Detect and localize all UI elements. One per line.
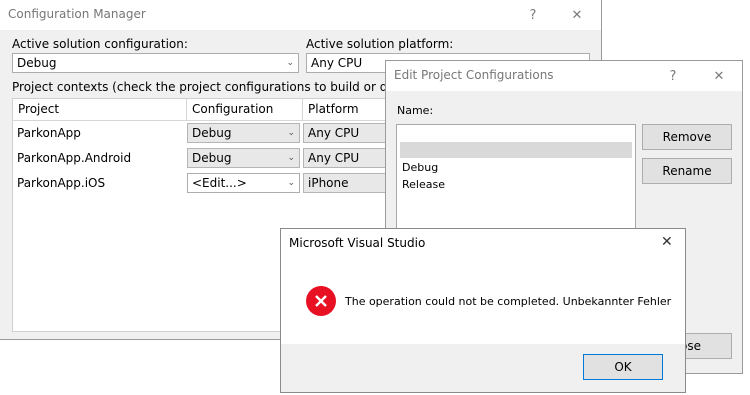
window-title: Edit Project Configurations — [394, 68, 554, 82]
row-configuration-value: Debug — [192, 151, 232, 165]
project-contexts-label: Project contexts (check the project conf… — [12, 80, 429, 94]
active-platform-label: Active solution platform: — [306, 37, 454, 51]
configurations-list[interactable]: Debug Release — [396, 124, 636, 234]
close-button[interactable]: ✕ — [700, 61, 738, 91]
active-platform-value: Any CPU — [311, 56, 363, 70]
column-header-configuration[interactable]: Configuration — [187, 99, 303, 121]
chevron-down-icon: ⌄ — [286, 58, 294, 68]
table-row-project: ParkonApp.iOS — [17, 176, 106, 190]
message-text: The operation could not be completed. Un… — [345, 295, 672, 308]
row-configuration-value: <Edit...> — [192, 176, 247, 190]
message-box-title: Microsoft Visual Studio — [289, 236, 426, 250]
active-config-value: Debug — [17, 56, 57, 70]
chevron-down-icon: ⌄ — [287, 178, 295, 188]
title-bar: Configuration Manager ? ✕ — [0, 0, 601, 30]
close-button[interactable]: ✕ — [558, 0, 596, 30]
row-configuration-dropdown[interactable]: Debug ⌄ — [187, 123, 300, 143]
error-icon — [306, 286, 336, 316]
remove-button[interactable]: Remove — [642, 124, 732, 150]
chevron-down-icon: ⌄ — [287, 153, 295, 163]
row-configuration-value: Debug — [192, 126, 232, 140]
active-config-label: Active solution configuration: — [12, 37, 188, 51]
row-configuration-dropdown[interactable]: <Edit...> ⌄ — [187, 173, 300, 193]
title-bar: Edit Project Configurations ? ✕ — [386, 61, 742, 91]
row-platform-value: Any CPU — [308, 126, 360, 140]
help-button[interactable]: ? — [514, 0, 552, 30]
message-box-close-button[interactable]: ✕ — [661, 234, 673, 250]
row-configuration-dropdown[interactable]: Debug ⌄ — [187, 148, 300, 168]
list-item[interactable]: Release — [400, 177, 632, 193]
row-platform-value: Any CPU — [308, 151, 360, 165]
message-box: Microsoft Visual Studio ✕ The operation … — [280, 228, 686, 393]
list-item[interactable] — [400, 142, 632, 158]
error-icon-cross — [315, 295, 327, 307]
rename-button[interactable]: Rename — [642, 158, 732, 184]
list-item[interactable]: Debug — [400, 160, 632, 176]
chevron-down-icon: ⌄ — [287, 128, 295, 138]
table-row-project: ParkonApp — [17, 126, 81, 140]
window-title: Configuration Manager — [8, 7, 146, 21]
name-label: Name: — [397, 104, 434, 117]
help-button[interactable]: ? — [654, 61, 692, 91]
active-config-dropdown[interactable]: Debug ⌄ — [12, 53, 299, 73]
row-platform-value: iPhone — [308, 176, 349, 190]
table-row-project: ParkonApp.Android — [17, 151, 132, 165]
column-header-project[interactable]: Project — [13, 99, 187, 121]
ok-button[interactable]: OK — [583, 354, 663, 380]
